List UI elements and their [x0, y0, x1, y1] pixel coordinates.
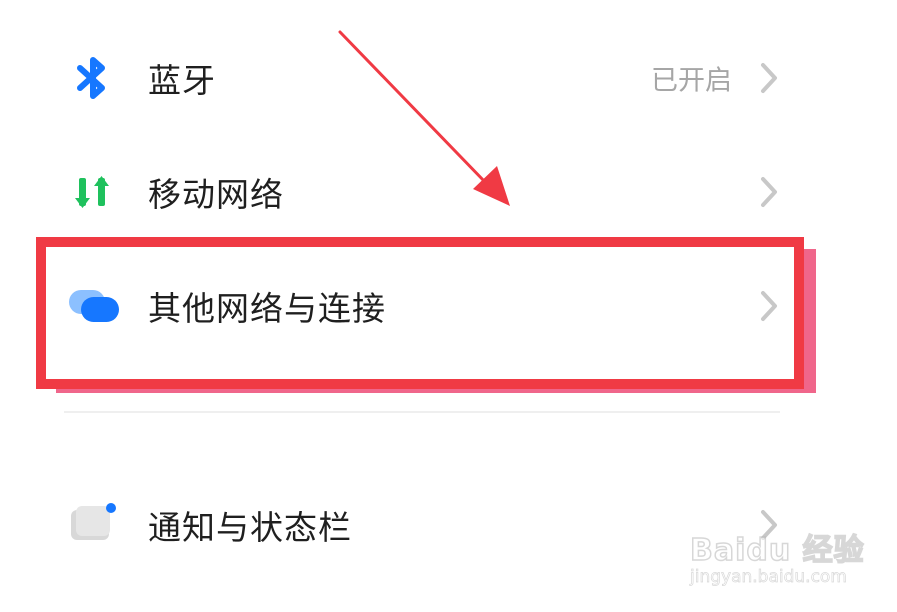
- settings-item-label: 通知与状态栏: [148, 508, 352, 547]
- bluetooth-icon: [66, 50, 122, 106]
- settings-item-label: 移动网络: [148, 175, 284, 214]
- settings-item-bluetooth[interactable]: 蓝牙 已开启: [0, 30, 897, 126]
- chevron-right-icon: [758, 61, 780, 95]
- baidu-jingyan-watermark: Baidu 经验 jingyan.baidu.com: [689, 505, 880, 605]
- watermark-brand: Baidu 经验: [689, 532, 865, 569]
- notification-icon: [66, 497, 122, 553]
- chevron-right-icon: [758, 175, 780, 209]
- section-divider: [64, 411, 780, 413]
- bluetooth-status: 已开启: [651, 65, 732, 97]
- mobile-data-arrows-icon: [66, 164, 122, 220]
- annotation-highlight-box: [36, 237, 804, 389]
- watermark-url: jingyan.baidu.com: [690, 567, 848, 588]
- settings-item-mobile-network[interactable]: 移动网络: [0, 144, 897, 240]
- settings-item-label: 蓝牙: [148, 61, 216, 100]
